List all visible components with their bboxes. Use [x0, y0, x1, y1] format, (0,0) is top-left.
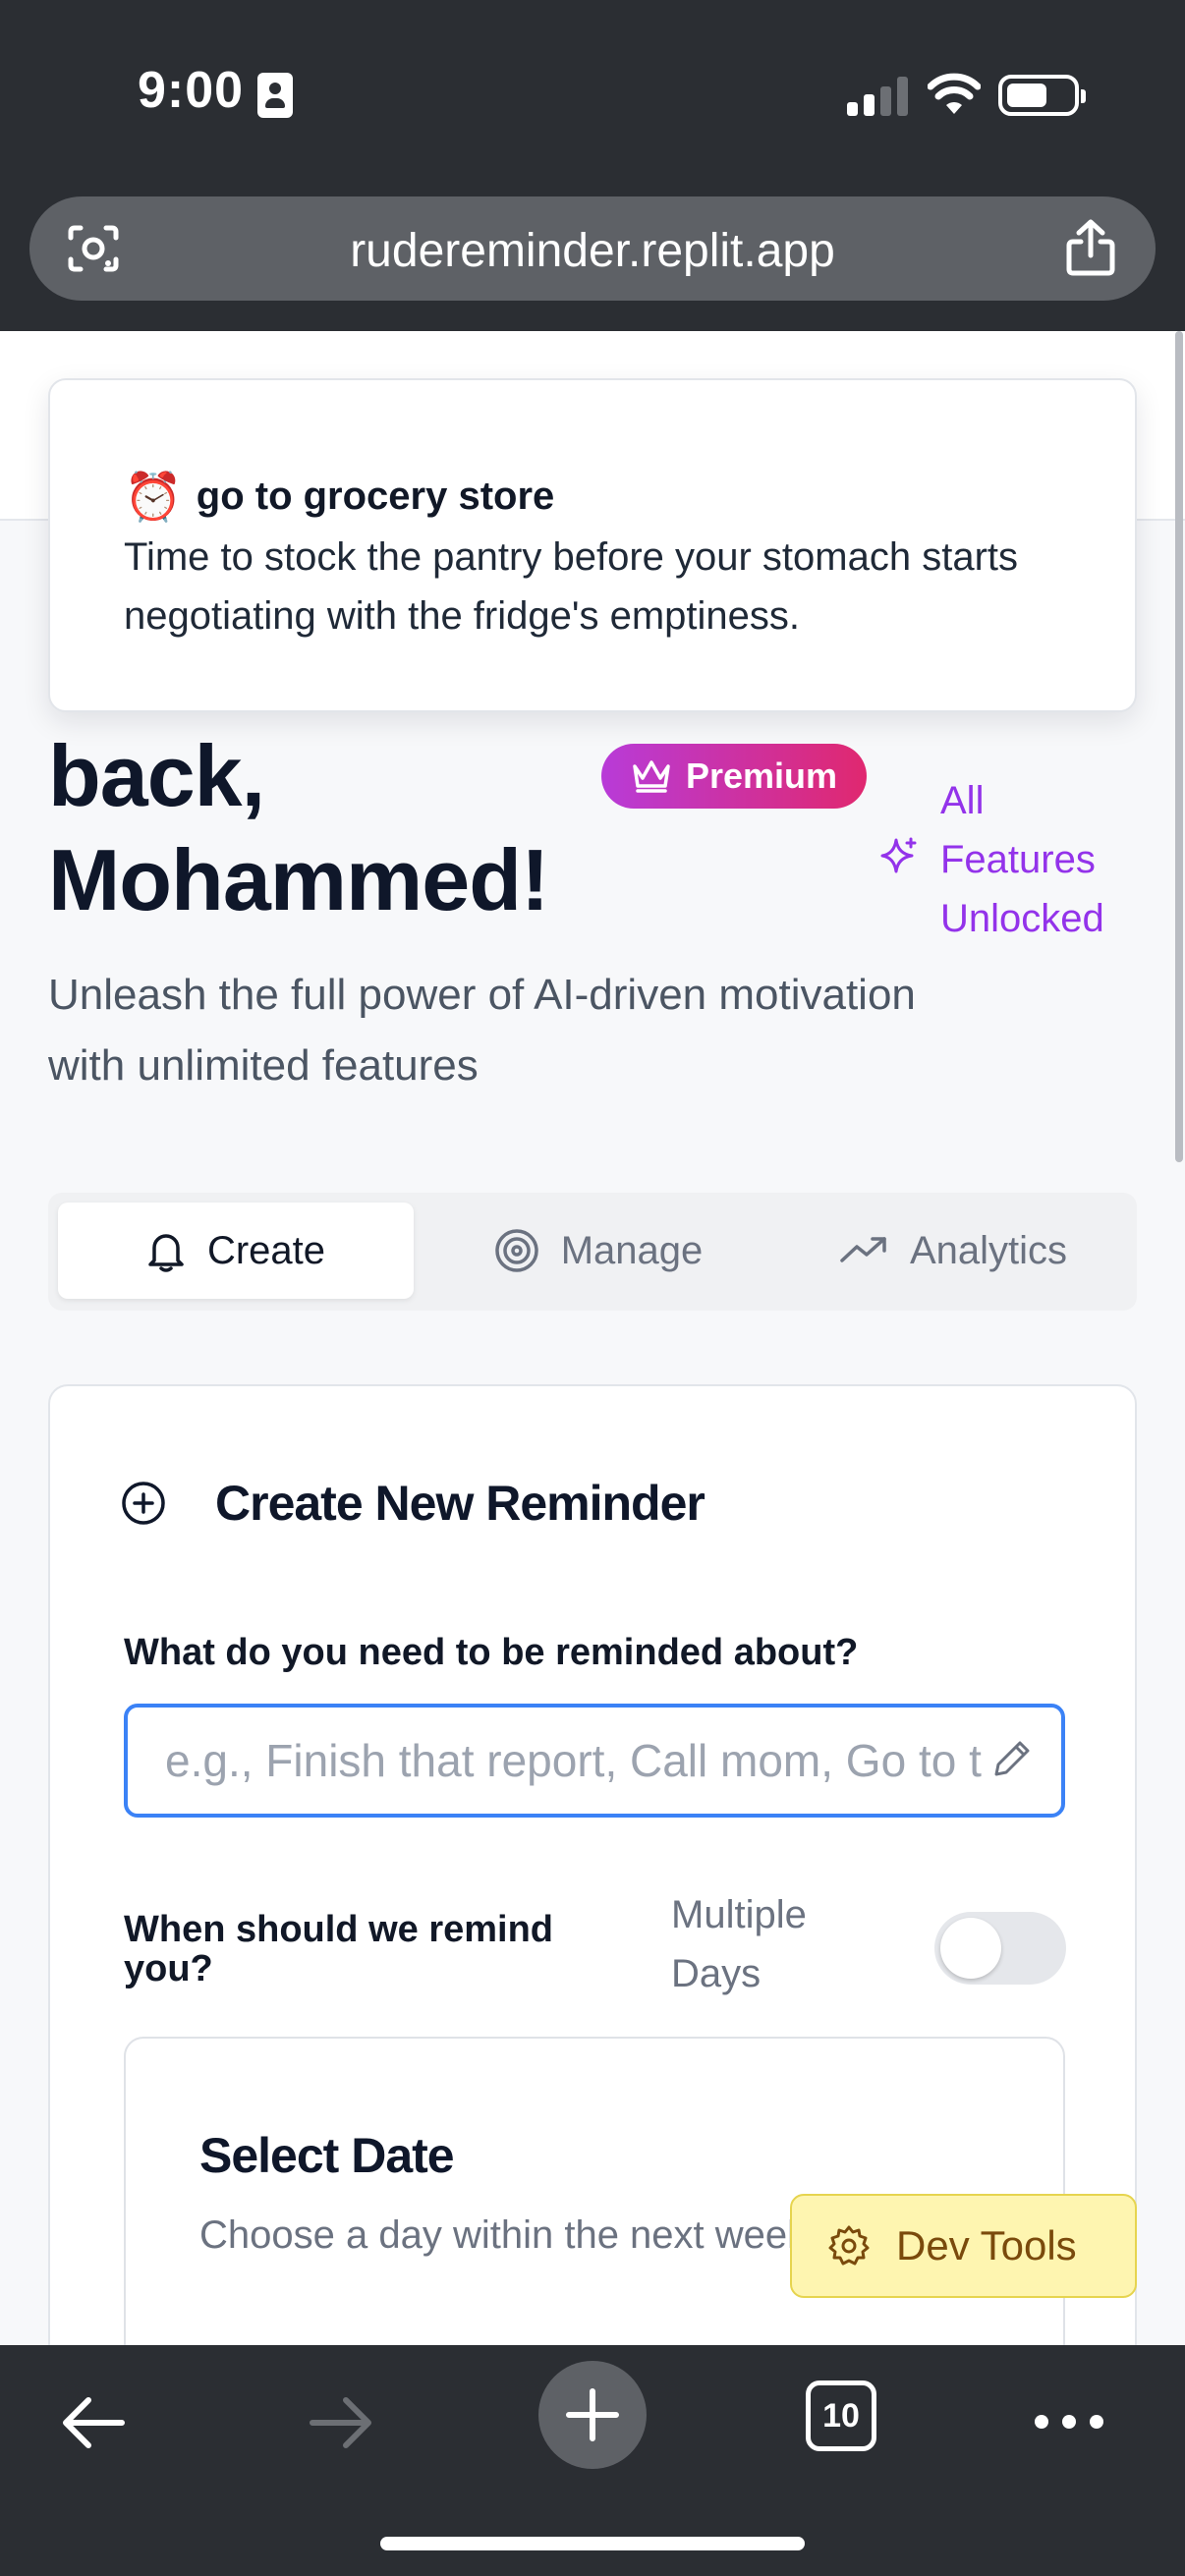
contact-card-icon [257, 73, 293, 118]
toast-title: ⏰ go to grocery store [124, 469, 554, 525]
plus-icon [566, 2388, 619, 2441]
trending-up-icon [840, 1237, 886, 1262]
tab-list: Create Manage Analytics [48, 1193, 1137, 1311]
alarm-clock-icon: ⏰ [124, 472, 183, 524]
date-picker-panel: Select Date Choose a day within the next… [124, 2037, 1065, 2345]
cellular-signal-icon [847, 75, 908, 116]
hero-subtitle: Unleash the full power of AI-driven moti… [48, 971, 916, 1090]
new-tab-button[interactable] [538, 2361, 647, 2469]
tab-manage-label: Manage [560, 1228, 704, 1272]
welcome-line-2: Mohammed! [48, 831, 549, 928]
select-date-subtitle: Choose a day within the next week [199, 2213, 808, 2257]
status-time: 9:00 [138, 62, 245, 119]
premium-badge: Premium [601, 744, 868, 809]
tab-manage[interactable]: Manage [431, 1203, 765, 1299]
scrollbar[interactable] [1175, 331, 1183, 1162]
battery-icon [998, 75, 1086, 116]
tab-analytics-label: Analytics [909, 1228, 1068, 1272]
tab-create[interactable]: Create [58, 1203, 414, 1299]
welcome-heading: back, Mohammed! [48, 724, 549, 932]
toast-message: Time to stock the pantry before your sto… [124, 535, 1018, 638]
tab-count: 10 [822, 2396, 860, 2435]
select-date-title: Select Date [199, 2128, 455, 2183]
share-icon[interactable] [1065, 218, 1116, 277]
url-bar[interactable]: rudereminder.replit.app [29, 196, 1156, 301]
crown-icon [633, 760, 670, 793]
dev-tools-label: Dev Tools [896, 2222, 1077, 2268]
when-label: When should we remind you? [124, 1909, 554, 1989]
sparkles-icon [880, 837, 917, 873]
reminder-input[interactable] [128, 1708, 1061, 1814]
reminder-toast[interactable]: ⏰ go to grocery store Time to stock the … [48, 378, 1137, 712]
multiple-days-label: Multiple Days [671, 1893, 807, 1995]
card-title-text: Create New Reminder [215, 1476, 705, 1531]
gear-icon [828, 2225, 870, 2266]
pencil-icon [994, 1741, 1030, 1776]
multiple-days-toggle[interactable] [934, 1912, 1066, 1985]
back-arrow-icon[interactable] [57, 2386, 130, 2459]
browser-address-area: rudereminder.replit.app [0, 192, 1185, 331]
web-page: ⏰ go to grocery store Time to stock the … [0, 331, 1185, 2345]
tab-count-button[interactable]: 10 [806, 2380, 876, 2451]
features-unlocked-label: All Features Unlocked [940, 779, 1104, 940]
card-title: Create New Reminder [121, 1475, 705, 1532]
tab-create-label: Create [206, 1228, 326, 1272]
reminder-input-wrapper[interactable] [124, 1704, 1065, 1818]
plus-circle-icon [122, 1482, 165, 1525]
bell-icon [148, 1234, 184, 1272]
tab-analytics[interactable]: Analytics [775, 1203, 1131, 1299]
premium-label: Premium [686, 756, 838, 796]
toast-title-text: go to grocery store [196, 475, 555, 518]
home-indicator[interactable] [380, 2537, 805, 2550]
target-icon [494, 1229, 538, 1272]
more-options-icon[interactable] [1030, 2402, 1108, 2441]
reminder-field-label: What do you need to be reminded about? [124, 1632, 859, 1673]
url-text: rudereminder.replit.app [350, 225, 835, 277]
status-bar: 9:00 [0, 0, 1185, 192]
dev-tools-button[interactable]: Dev Tools [790, 2194, 1137, 2298]
welcome-line-1: back, [48, 727, 265, 824]
forward-arrow-icon[interactable] [305, 2386, 377, 2459]
wifi-icon [928, 73, 981, 114]
